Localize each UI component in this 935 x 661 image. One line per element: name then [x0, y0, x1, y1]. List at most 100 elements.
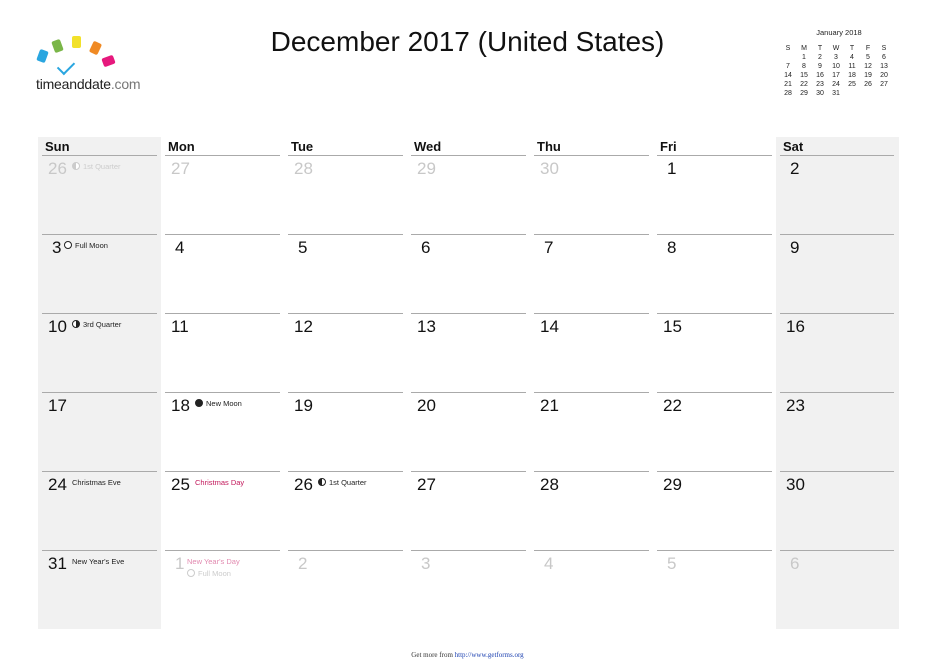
mini-day: 23	[816, 81, 824, 88]
day-cell[interactable]: 4	[530, 550, 653, 629]
day-number: 31	[48, 554, 67, 573]
day-cell[interactable]: 1 New Year's Day Full Moon	[161, 550, 284, 629]
day-cell[interactable]: 26 1st Quarter	[284, 471, 407, 550]
day-cell[interactable]: 4	[161, 234, 284, 313]
day-cell[interactable]: 18 New Moon	[161, 392, 284, 471]
mini-day: 22	[800, 81, 808, 88]
day-number: 15	[663, 317, 682, 336]
day-cell[interactable]: 20	[407, 392, 530, 471]
mini-day: 28	[784, 90, 792, 97]
day-event: 1st Quarter	[72, 162, 121, 171]
day-cell[interactable]: 2	[776, 155, 898, 234]
day-cell[interactable]: 15	[653, 313, 776, 392]
weekday-header-tue: Tue	[284, 137, 407, 156]
mini-day: 3	[834, 54, 838, 61]
day-event: New Year's Eve	[72, 557, 124, 566]
mini-day: 13	[880, 63, 888, 70]
day-cell[interactable]: 14	[530, 313, 653, 392]
day-cell[interactable]: 5	[653, 550, 776, 629]
mini-day: 24	[832, 81, 840, 88]
logo-check-icon	[56, 56, 76, 76]
day-cell[interactable]: 29	[653, 471, 776, 550]
day-number: 14	[540, 317, 559, 336]
day-cell[interactable]: 8	[653, 234, 776, 313]
mini-weekday: S	[881, 45, 887, 52]
day-cell[interactable]: 3 Full Moon	[38, 234, 161, 313]
day-cell[interactable]: 6	[776, 550, 898, 629]
day-cell[interactable]: 12	[284, 313, 407, 392]
mini-calendar-january-2018: January 2018 SMTWTFS 1 2 3 4 5 6 7 8 9 10 11 12 13 14…	[780, 28, 892, 98]
day-cell[interactable]: 10 3rd Quarter	[38, 313, 161, 392]
cell-divider	[42, 550, 157, 551]
day-cell[interactable]: 27	[161, 155, 284, 234]
mini-week-row: 21 22 23 24 25 26 27	[780, 80, 892, 89]
day-cell[interactable]: 5	[284, 234, 407, 313]
day-cell[interactable]: 13	[407, 313, 530, 392]
cell-divider	[780, 471, 894, 472]
cell-divider	[657, 234, 772, 235]
day-cell[interactable]: 11	[161, 313, 284, 392]
mini-day: 26	[864, 81, 872, 88]
weekday-label: Sat	[783, 139, 804, 154]
mini-day: 9	[818, 63, 822, 70]
day-cell[interactable]: 16	[776, 313, 898, 392]
cell-divider	[534, 471, 649, 472]
day-number: 19	[294, 396, 313, 415]
day-cell[interactable]: 28	[284, 155, 407, 234]
day-number: 5	[298, 238, 308, 257]
mini-day: 30	[816, 90, 824, 97]
weekday-header-sun: Sun	[38, 137, 161, 156]
cell-divider	[411, 234, 526, 235]
day-cell[interactable]: 25 Christmas Day	[161, 471, 284, 550]
weekday-label: Tue	[291, 139, 314, 154]
day-cell[interactable]: 22	[653, 392, 776, 471]
day-cell[interactable]: 1	[653, 155, 776, 234]
day-number: 28	[540, 475, 559, 494]
weekday-label: Sun	[45, 139, 70, 154]
day-cell[interactable]: 26 1st Quarter	[38, 155, 161, 234]
mini-weekday: W	[832, 45, 840, 52]
cell-divider	[165, 313, 280, 314]
day-cell[interactable]: 7	[530, 234, 653, 313]
day-cell[interactable]: 28	[530, 471, 653, 550]
day-cell[interactable]: 21	[530, 392, 653, 471]
day-cell[interactable]: 27	[407, 471, 530, 550]
mini-day: 20	[880, 72, 888, 79]
day-number: 17	[48, 396, 67, 415]
mini-day: 31	[832, 90, 840, 97]
day-number: 26	[294, 475, 313, 494]
day-cell[interactable]: 24 Christmas Eve	[38, 471, 161, 550]
day-cell[interactable]: 30	[530, 155, 653, 234]
day-cell[interactable]: 9	[776, 234, 898, 313]
day-cell[interactable]: 2	[284, 550, 407, 629]
event-label: 1st Quarter	[83, 162, 121, 171]
day-cell[interactable]: 30	[776, 471, 898, 550]
mini-day: 8	[802, 63, 806, 70]
day-number: 13	[417, 317, 436, 336]
day-cell[interactable]: 31 New Year's Eve	[38, 550, 161, 629]
day-event: Full Moon	[187, 569, 231, 578]
footer-link[interactable]: http://www.getforms.org	[455, 651, 524, 659]
weekday-label: Fri	[660, 139, 677, 154]
mini-day: 12	[864, 63, 872, 70]
day-cell[interactable]: 19	[284, 392, 407, 471]
mini-day: 11	[848, 63, 856, 70]
day-number: 21	[540, 396, 559, 415]
mini-day: 6	[882, 54, 886, 61]
day-cell[interactable]: 29	[407, 155, 530, 234]
day-number: 2	[790, 159, 800, 178]
day-cell[interactable]: 3	[407, 550, 530, 629]
mini-calendar-table: SMTWTFS 1 2 3 4 5 6 7 8 9 10 11 12 13 14 15 16 17 18 19 20 2…	[780, 44, 892, 98]
cell-divider	[288, 392, 403, 393]
cell-divider	[780, 550, 894, 551]
day-cell[interactable]: 17	[38, 392, 161, 471]
day-number: 5	[667, 554, 677, 573]
day-number: 29	[417, 159, 436, 178]
weekday-header-thu: Thu	[530, 137, 653, 156]
mini-day	[844, 89, 860, 98]
day-cell[interactable]: 6	[407, 234, 530, 313]
day-number: 28	[294, 159, 313, 178]
mini-day: 21	[784, 81, 792, 88]
cell-divider	[534, 550, 649, 551]
day-cell[interactable]: 23	[776, 392, 898, 471]
